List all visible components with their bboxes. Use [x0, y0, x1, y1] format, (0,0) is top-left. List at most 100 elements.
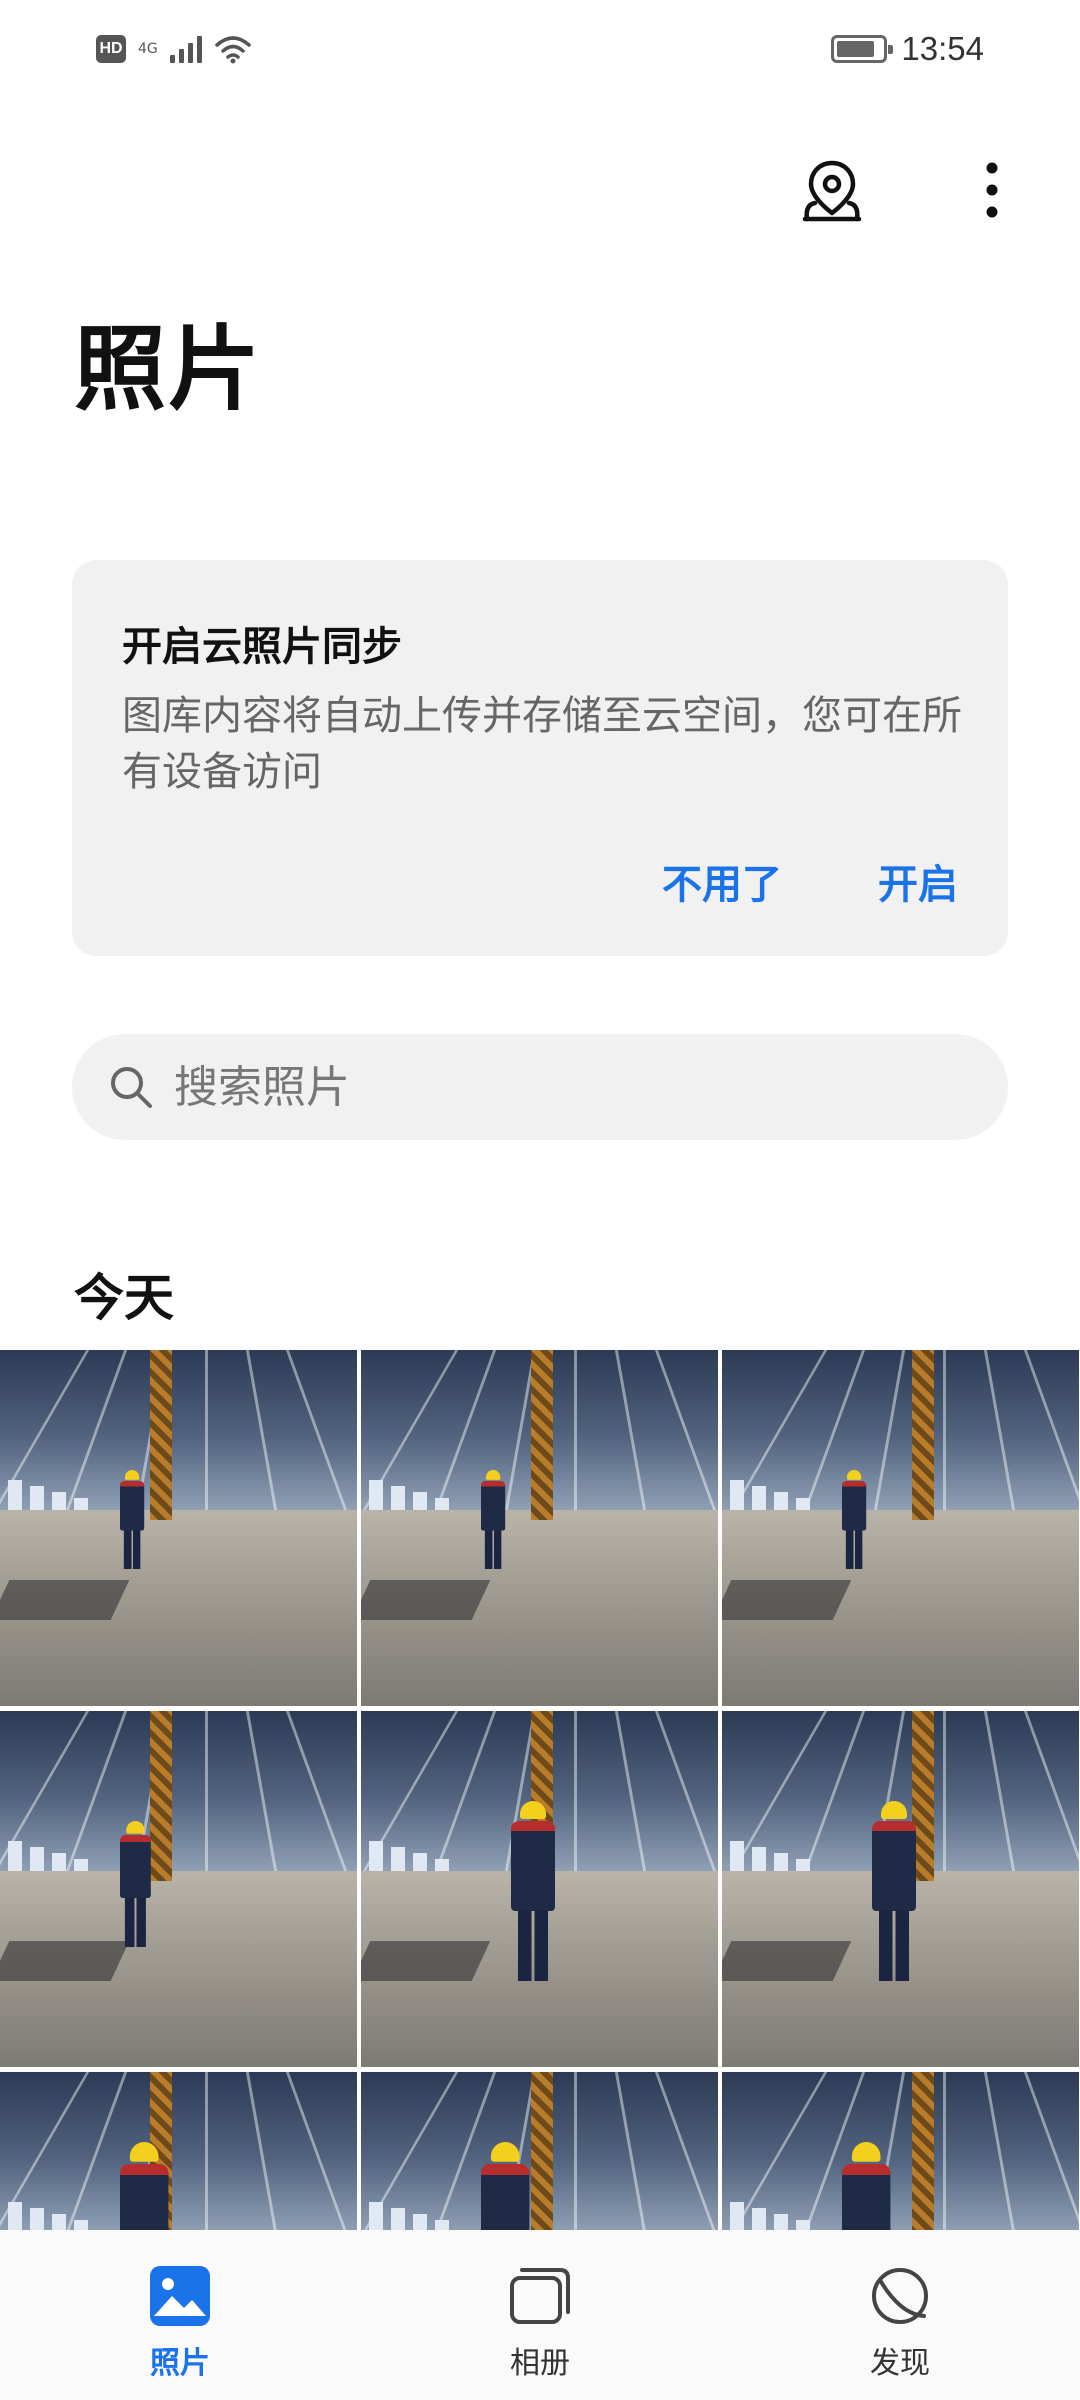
photo-roof	[0, 1350, 357, 1511]
worker-body	[872, 1821, 916, 1911]
status-right: 13:54	[831, 30, 984, 68]
photo-beam	[205, 1711, 208, 1872]
photo-worker	[120, 1821, 151, 1947]
photo-thumbnail[interactable]	[0, 1350, 357, 1706]
nav-item-albums[interactable]: 相册	[440, 2264, 640, 2382]
worker-legs	[518, 1911, 548, 1981]
battery-fill	[837, 41, 875, 57]
worker-body	[481, 2164, 530, 2230]
photo-crane	[912, 2072, 934, 2230]
dismiss-sync-button[interactable]: 不用了	[662, 852, 782, 910]
enable-sync-button[interactable]: 开启	[878, 852, 958, 910]
search-icon	[111, 1067, 152, 1108]
worker-body	[120, 1835, 151, 1898]
photo-beam	[205, 2072, 208, 2230]
nav-label-photos: 照片	[150, 2346, 210, 2381]
battery-icon	[831, 35, 894, 63]
worker-legs	[123, 1530, 141, 1569]
photo-thumbnail[interactable]	[0, 2072, 357, 2230]
sync-card-title: 开启云照片同步	[122, 624, 402, 670]
search-bar[interactable]	[72, 1034, 1008, 1140]
worker-body	[511, 1821, 555, 1911]
photo-shadow	[722, 1580, 852, 1620]
worker-helmet	[129, 2142, 159, 2162]
worker-helmet	[485, 1470, 501, 1480]
sync-card-description: 图库内容将自动上传并存储至云空间，您可在所有设备访问	[122, 693, 962, 795]
worker-legs	[124, 1898, 146, 1947]
worker-legs	[845, 1530, 863, 1569]
photo-window	[435, 2220, 449, 2230]
nav-item-discover[interactable]: 发现	[800, 2264, 1000, 2382]
status-left: HD 4G	[96, 34, 252, 64]
photo-crane	[531, 1350, 553, 1520]
photo-thumbnail[interactable]	[722, 2072, 1079, 2230]
photo-window	[52, 2214, 66, 2230]
sync-card-actions: 不用了 开启	[662, 852, 958, 910]
more-vertical-icon	[986, 162, 998, 218]
albums-icon	[510, 2268, 570, 2324]
worker-body	[120, 1481, 145, 1531]
photo-window	[8, 2202, 22, 2230]
photo-worker	[120, 1470, 145, 1569]
photo-thumbnail[interactable]	[722, 1711, 1079, 2067]
photo-window	[30, 2208, 44, 2230]
photo-worker	[481, 2142, 530, 2230]
photos-icon	[150, 2266, 210, 2326]
photo-window	[774, 2214, 788, 2230]
photo-beam	[574, 2072, 577, 2230]
photo-shadow	[361, 1941, 491, 1981]
photo-thumbnail[interactable]	[361, 1350, 718, 1706]
worker-helmet	[881, 1801, 907, 1819]
signal-icon	[170, 35, 202, 63]
photo-window	[752, 2208, 766, 2230]
worker-body	[481, 1481, 506, 1531]
search-input[interactable]	[174, 1061, 934, 1113]
photo-shadow	[0, 1941, 130, 1981]
photo-shadow	[722, 1941, 852, 1981]
photo-window	[796, 2220, 810, 2230]
section-today-label: 今天	[74, 1269, 174, 1327]
photo-beam	[943, 2072, 946, 2230]
status-bar: HD 4G 13:54	[0, 0, 1080, 105]
photo-window	[391, 2208, 405, 2230]
photo-worker	[120, 2142, 169, 2230]
cloud-sync-card: 开启云照片同步 图库内容将自动上传并存储至云空间，您可在所有设备访问 不用了 开…	[72, 560, 1008, 956]
worker-body	[120, 2164, 169, 2230]
nav-label-albums: 相册	[510, 2346, 570, 2381]
bottom-navigation: 照片 相册 发现	[0, 2230, 1080, 2400]
photo-worker	[511, 1801, 555, 1981]
photo-grid	[0, 1350, 1080, 2230]
wifi-icon	[215, 36, 251, 64]
worker-legs	[879, 1911, 909, 1981]
photo-shadow	[361, 1580, 491, 1620]
clock: 13:54	[901, 30, 984, 67]
worker-helmet	[851, 2142, 881, 2162]
photo-beam	[574, 1711, 577, 1872]
photo-worker	[842, 1470, 867, 1569]
nav-item-photos[interactable]: 照片	[80, 2264, 280, 2382]
photo-window	[413, 2214, 427, 2230]
worker-body	[842, 1481, 867, 1531]
photo-beam	[574, 1350, 577, 1511]
worker-helmet	[124, 1470, 140, 1480]
hd-badge: HD	[96, 35, 126, 63]
location-pin-icon	[802, 160, 862, 222]
photo-crane	[150, 1350, 172, 1520]
photo-window	[369, 2202, 383, 2230]
page-title: 照片	[74, 316, 263, 423]
discover-icon	[872, 2268, 928, 2324]
photo-beam	[205, 1350, 208, 1511]
photo-thumbnail[interactable]	[722, 1350, 1079, 1706]
photo-beam	[943, 1350, 946, 1511]
photo-worker	[481, 1470, 506, 1569]
photo-thumbnail[interactable]	[0, 1711, 357, 2067]
header-actions	[792, 150, 1032, 230]
photo-thumbnail[interactable]	[361, 2072, 718, 2230]
photo-thumbnail[interactable]	[361, 1711, 718, 2067]
photo-worker	[842, 2142, 891, 2230]
photo-beam	[943, 1711, 946, 1872]
photo-crane	[150, 1711, 172, 1881]
location-button[interactable]	[792, 150, 872, 230]
photo-window	[730, 2202, 744, 2230]
more-options-button[interactable]	[952, 150, 1032, 230]
